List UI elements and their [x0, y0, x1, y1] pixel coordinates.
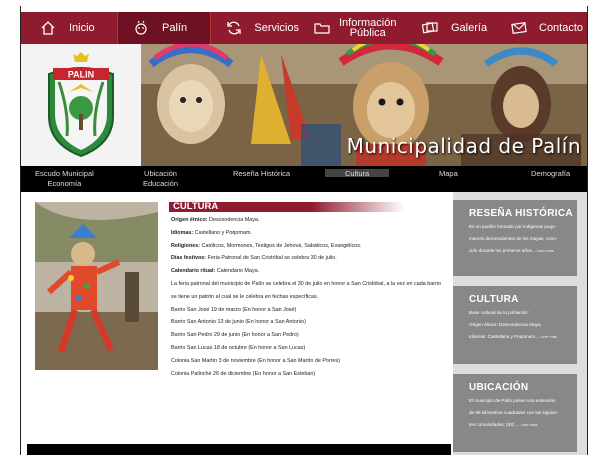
subnav-mapa[interactable]: Mapa [439, 169, 458, 179]
info-row: Calendario ritual: Calendario Maya. [171, 265, 453, 278]
barrio-item: Colonia Palinché 26 de diciembre (En hon… [171, 370, 316, 377]
refresh-icon [225, 19, 242, 37]
header-banner: PALIN Municipalidad de Palín [21, 44, 587, 166]
row-value: Católicos, Mormones, Testigos de Jehová,… [201, 242, 362, 249]
photos-icon [421, 19, 439, 37]
nav-palin-label: Palín [162, 22, 188, 34]
cultura-body: Origen étnico: Descendencia Maya. Idioma… [171, 214, 453, 380]
barrio-item: Barrio San Lucas 18 de octubre (En honor… [171, 344, 306, 351]
row-value: Castellano y Poqomam. [194, 229, 252, 236]
nav-servicios-label: Servicios [254, 22, 299, 34]
cultura-box-text: Base cultural de la población: Origen ét… [453, 305, 577, 343]
subnav-ubicacion[interactable]: Ubicación [143, 169, 178, 179]
resena-read-more-link[interactable]: Leer más [537, 248, 554, 253]
nav-inicio-label: Inicio [69, 22, 95, 34]
resena-line: mames descendientes de los mayas, cono- [469, 236, 558, 241]
banner-title: Municipalidad de Palín [346, 134, 581, 158]
cultura-box-line: Idiomas: Castellano y Poqomam... Leer má… [469, 331, 571, 343]
main-nav: Inicio Palín Servicios Información Públi… [21, 12, 587, 44]
sidebar: RESEÑA HISTÓRICA Es un pueblo formado po… [453, 192, 587, 455]
cultura-read-more-link[interactable]: Leer más [540, 334, 557, 339]
row-value: Descendencia Maya. [209, 217, 260, 223]
cultura-photo [35, 202, 158, 370]
ubicacion-read-more-link[interactable]: Leer más [521, 422, 538, 427]
nav-contacto[interactable]: Contacto [501, 12, 587, 44]
folder-icon [313, 19, 331, 37]
nav-inicio[interactable]: Inicio [21, 12, 117, 44]
mask-icon [132, 19, 150, 37]
ubicacion-line: tes comunidades: (62) ... Leer más [469, 419, 571, 431]
info-row: Religiones: Católicos, Mormones, Testigo… [171, 240, 453, 253]
ubicacion-line: de 88 kilómetros cuadrados con las sigui… [469, 410, 559, 415]
cultura-box-title: CULTURA [469, 294, 519, 305]
feria-paragraph-line1: La feria patronal del municipio de Palín… [171, 280, 441, 287]
subnav-cultura[interactable]: Cultura [325, 169, 390, 178]
row-label: Idiomas: [171, 229, 194, 236]
nav-informacion-publica[interactable]: Información Pública [307, 12, 407, 44]
resena-line-text: cido durante los primeros años... [469, 248, 536, 253]
cultura-box-line: Origen étnico: Descendencia Maya. [469, 322, 542, 327]
info-row: Origen étnico: Descendencia Maya. [171, 214, 453, 227]
cultura-box-line-text: Idiomas: Castellano y Poqomam... [469, 334, 539, 339]
ubicacion-box: UBICACIÓN El municipio de Palín posee un… [453, 374, 577, 452]
barrio-item: Barrio San Antonio 13 de junio (En honor… [171, 319, 306, 326]
cultura-heading: CULTURA [169, 202, 405, 212]
row-label: Origen étnico: [171, 217, 208, 223]
info-row: Días festivos: Feria Patronal de San Cri… [171, 252, 453, 265]
nav-informacion-line2: Pública [349, 27, 386, 39]
nav-servicios[interactable]: Servicios [211, 12, 307, 44]
resena-text: Es un pueblo formado por indígenas poqo-… [453, 219, 577, 257]
subnav-ubicacion-educacion[interactable]: Ubicación Educación [143, 169, 178, 189]
nav-contacto-label: Contacto [539, 22, 584, 34]
secondary-nav: Escudo Municipal Economía Ubicación Educ… [21, 166, 587, 192]
municipal-shield-logo: PALIN [48, 52, 114, 158]
barrio-item: Colonia San Martín 3 de noviembre (En ho… [171, 357, 340, 364]
row-value: Calendario Maya. [216, 268, 260, 275]
cultura-box-line: Base cultural de la población: [469, 310, 530, 315]
nav-galeria[interactable]: Galería [407, 12, 501, 44]
row-label: Religiones: [171, 242, 201, 249]
ubicacion-line: El municipio de Palín posee una extensió… [469, 398, 556, 403]
ubicacion-title: UBICACIÓN [469, 382, 529, 393]
subnav-economia[interactable]: Economía [35, 179, 94, 189]
subnav-demografia[interactable]: Demografía [531, 169, 570, 179]
svg-text:PALIN: PALIN [68, 70, 94, 80]
row-label: Calendario ritual: [171, 268, 216, 275]
envelope-icon [511, 19, 527, 37]
nav-informacion-publica-label: Información Pública [339, 18, 396, 39]
subnav-resena-historica[interactable]: Reseña Histórica [233, 169, 290, 179]
row-label: Días festivos: [171, 255, 207, 262]
footer-bar [27, 444, 451, 455]
subnav-escudo-economia[interactable]: Escudo Municipal Economía [35, 169, 94, 189]
resena-historica-box: RESEÑA HISTÓRICA Es un pueblo formado po… [453, 200, 577, 276]
nav-palin[interactable]: Palín [117, 12, 211, 44]
feria-paragraph-line2: se tiene un patrón al cual se le celebra… [171, 293, 319, 300]
barrio-item: Barrio San José 19 de marzo (En honor a … [171, 306, 297, 313]
barrio-item: Barrio San Pedro 29 de junio (En honor a… [171, 332, 299, 339]
page-frame: Inicio Palín Servicios Información Públi… [20, 6, 588, 455]
ubicacion-text: El municipio de Palín posee una extensió… [453, 393, 577, 431]
subnav-educacion[interactable]: Educación [143, 179, 178, 189]
ubicacion-line-text: tes comunidades: (62) ... [469, 422, 520, 427]
info-row: Idiomas: Castellano y Poqomam. [171, 227, 453, 240]
resena-title: RESEÑA HISTÓRICA [469, 208, 573, 219]
nav-galeria-label: Galería [451, 22, 488, 34]
dancer-photo [35, 202, 158, 370]
row-value: Feria Patronal de San Cristóbal se celeb… [207, 255, 337, 262]
subnav-escudo[interactable]: Escudo Municipal [35, 169, 94, 179]
resena-line: cido durante los primeros años... Leer m… [469, 245, 571, 257]
resena-line: Es un pueblo formado por indígenas poqo- [469, 224, 557, 229]
cultura-box: CULTURA Base cultural de la población: O… [453, 286, 577, 364]
house-icon [39, 19, 57, 37]
